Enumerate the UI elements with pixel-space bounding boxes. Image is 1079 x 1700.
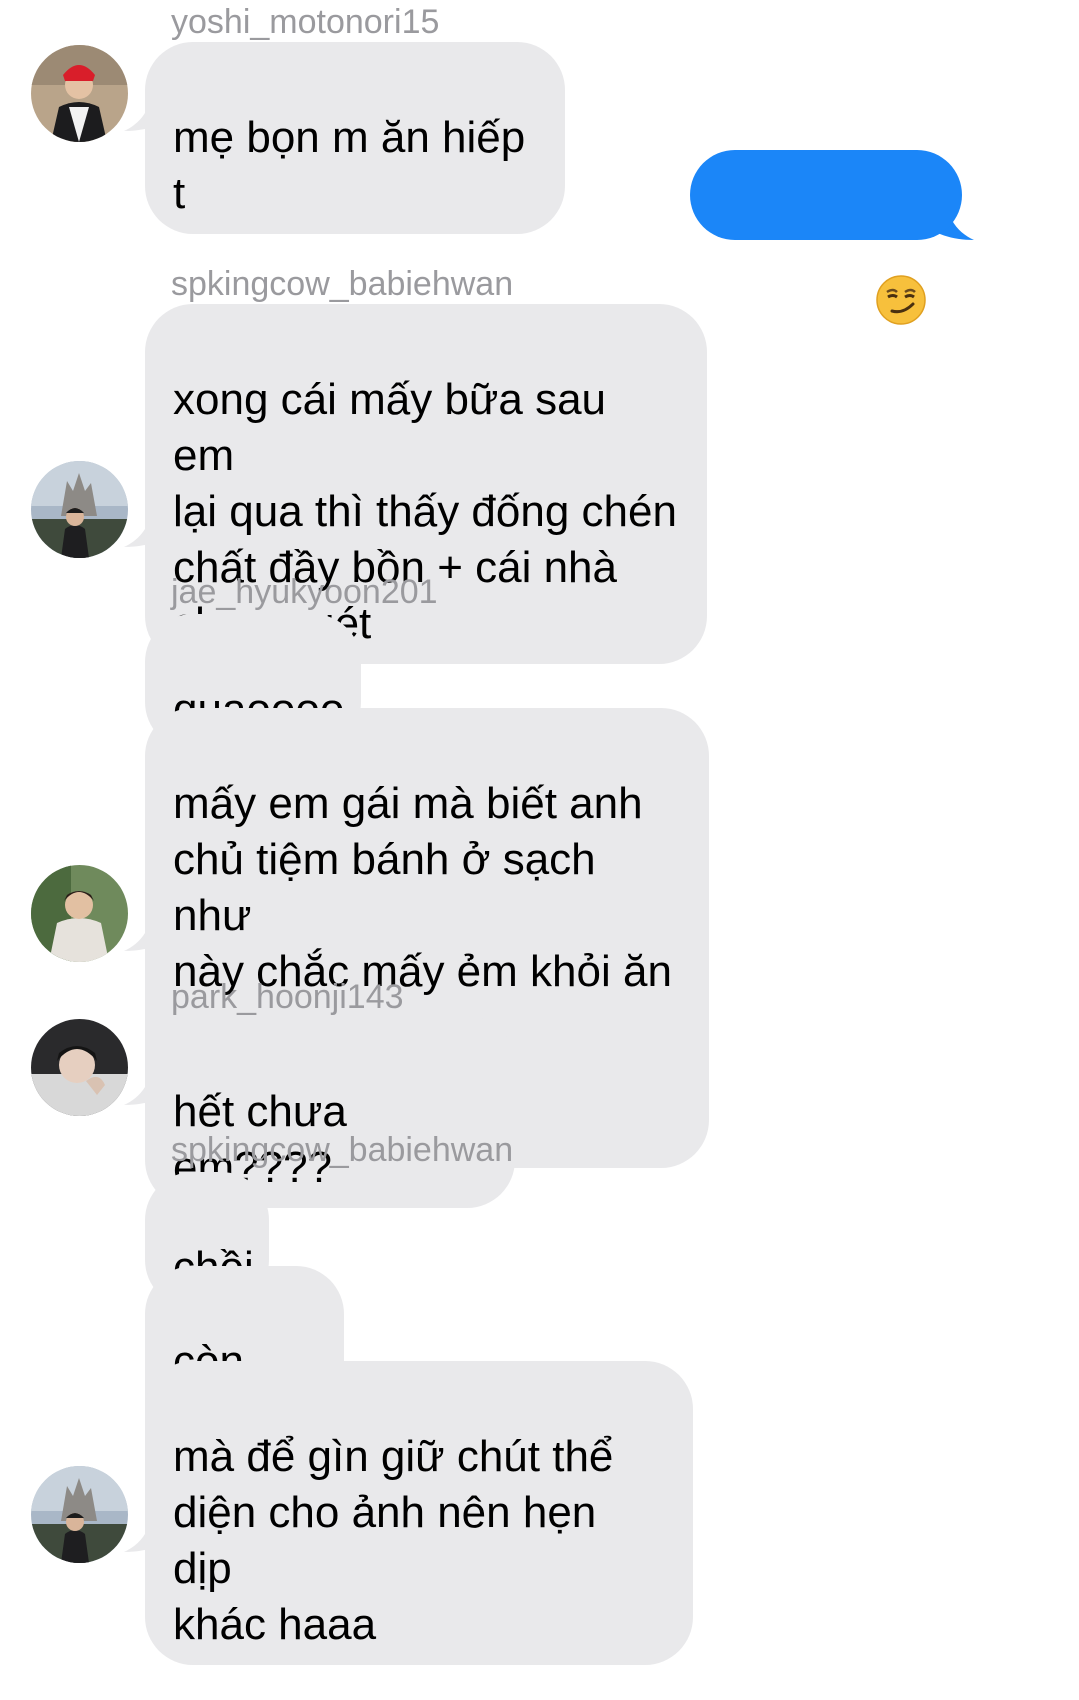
message-bubble[interactable]: mẹ bọn m ăn hiếp t	[145, 42, 565, 234]
message-bubble[interactable]: mà để gìn giữ chút thể diện cho ảnh nên …	[145, 1361, 693, 1665]
message-text: mẹ bọn m ăn hiếp t	[173, 113, 526, 218]
message-text: kệ bọn t	[718, 321, 875, 370]
avatar[interactable]	[31, 461, 128, 558]
sender-name: jae_hyukyoon201	[171, 573, 438, 611]
message-bubble-outgoing[interactable]: kệ bọn t	[690, 150, 962, 370]
smirking-face-icon	[875, 218, 927, 325]
avatar[interactable]	[31, 45, 128, 142]
sender-name: yoshi_motonori15	[171, 3, 440, 41]
sender-name: spkingcow_babiehwan	[171, 265, 514, 303]
sender-name: spkingcow_babiehwan	[171, 1131, 514, 1169]
sender-name: park_hoonji143	[171, 978, 404, 1016]
message-text: mà để gìn giữ chút thể diện cho ảnh nên …	[173, 1432, 614, 1649]
avatar[interactable]	[31, 1019, 128, 1116]
avatar[interactable]	[31, 865, 128, 962]
avatar[interactable]	[31, 1466, 128, 1563]
